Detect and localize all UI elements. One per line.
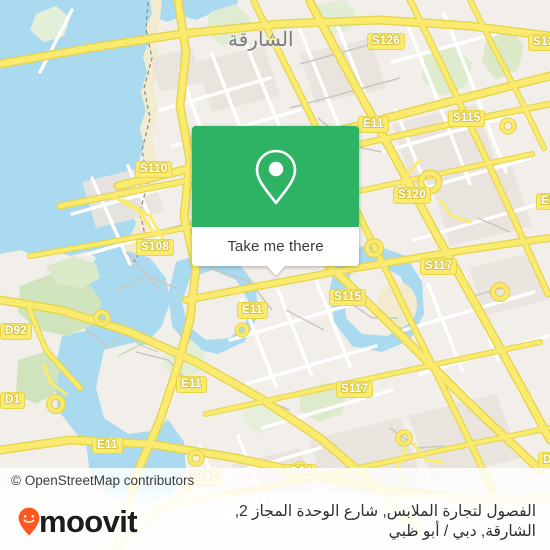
road-shield-s110: S110: [135, 161, 173, 178]
moovit-logo[interactable]: moovit: [0, 504, 138, 539]
attribution-bar: © OpenStreetMap contributors: [0, 468, 550, 493]
road-shield-s108: S108: [136, 239, 175, 256]
road-shield-d6: D6: [538, 452, 550, 469]
take-me-there-button[interactable]: Take me there: [192, 227, 359, 276]
road-shield-e11: E11: [237, 302, 268, 319]
osm-attribution-text[interactable]: © OpenStreetMap contributors: [0, 473, 194, 488]
road-shield-s13: S13: [528, 34, 550, 51]
road-shield-e11: E11: [92, 437, 123, 454]
moovit-pin-icon: [18, 507, 40, 536]
footer-bar: moovit الفصول لتجارة الملابس, شارع الوحد…: [0, 493, 550, 550]
moovit-wordmark: moovit: [39, 504, 138, 539]
callout-image-area: [192, 126, 359, 227]
road-shield-s120: S120: [393, 187, 432, 204]
road-shield-e1: E1: [536, 193, 550, 210]
address-block: الفصول لتجارة الملابس, شارع الوحدة المجا…: [137, 502, 550, 542]
location-callout-card[interactable]: Take me there: [192, 126, 359, 276]
address-line-1: الفصول لتجارة الملابس, شارع الوحدة المجا…: [234, 502, 536, 520]
address-line-2: الشارقة, دبي / أبو ظبي: [388, 522, 536, 540]
road-shield-e11: E11: [358, 116, 389, 133]
city-label-sharjah: الشارقة: [228, 29, 294, 51]
road-shield-d92: D92: [0, 323, 32, 340]
road-shield-d1: D1: [0, 392, 26, 409]
road-shield-e11: E11: [176, 376, 207, 393]
road-shield-s117: S117: [336, 381, 374, 398]
road-shield-s115: S115: [448, 110, 486, 127]
road-shield-s117: S117: [420, 258, 458, 275]
road-shield-s126: S126: [367, 33, 406, 50]
map-screenshot: الشارقة S126 S13 E11 S115 S110 S120 E1 S108 S117…: [0, 0, 550, 550]
callout-pointer-tail: [265, 265, 286, 276]
road-shield-s115: S115: [329, 289, 367, 306]
take-me-there-label: Take me there: [227, 238, 324, 255]
map-pin-icon: [255, 149, 296, 204]
